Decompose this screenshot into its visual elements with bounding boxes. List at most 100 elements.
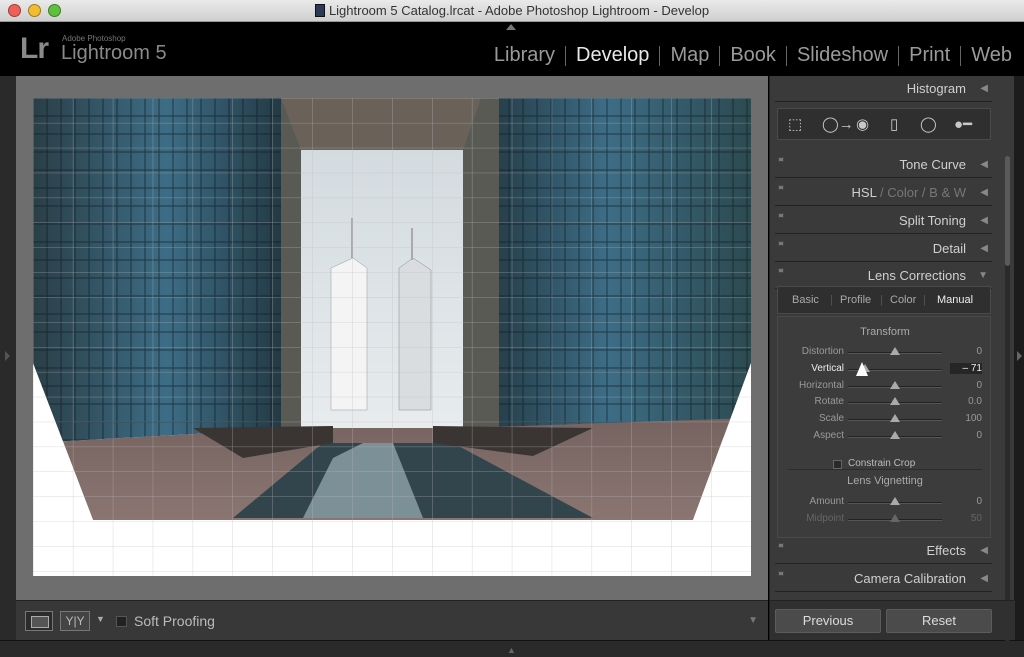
tab-manual[interactable]: Manual [937,294,973,306]
module-book[interactable]: Book [720,44,786,67]
slider-aspect[interactable]: Aspect 0 [778,428,992,444]
slider-value[interactable]: 0 [950,496,982,507]
slider-knob[interactable] [890,514,900,522]
slider-amount[interactable]: Amount 0 [778,494,992,510]
hsl-header[interactable]: HSL / Color / B & W ◀ [775,180,992,206]
left-panel-collapsed[interactable] [0,76,16,640]
adjustment-brush-icon[interactable]: ●━ [954,117,972,132]
slider-value[interactable]: 100 [950,413,982,424]
reset-button[interactable]: Reset [886,609,992,633]
tab-profile[interactable]: Profile [840,294,871,306]
slider-value[interactable]: 0 [950,430,982,441]
soft-proofing-label: Soft Proofing [134,613,215,629]
filmstrip-collapsed[interactable]: ▲ [0,640,1024,657]
constrain-crop-label: Constrain Crop [848,458,916,469]
slider-label: Horizontal [798,379,844,391]
panel-switch-icon[interactable] [778,571,784,576]
detail-header[interactable]: Detail ◀ [775,236,992,262]
collapse-arrow-icon: ◀ [980,215,988,226]
panel-switch-icon[interactable] [778,157,784,162]
slider-knob[interactable] [890,431,900,439]
module-web[interactable]: Web [961,44,1012,67]
tone-curve-header[interactable]: Tone Curve ◀ [775,152,992,178]
slider-scale[interactable]: Scale 100 [778,411,992,427]
tab-color[interactable]: Color [890,294,916,306]
effects-header[interactable]: Effects ◀ [775,538,992,564]
panel-switch-icon[interactable] [778,241,784,246]
constrain-crop-checkbox[interactable] [833,460,842,469]
slider-vertical[interactable]: Vertical – 71 [778,361,992,377]
module-map[interactable]: Map [660,44,719,67]
before-after-button[interactable]: Y|Y [60,611,90,631]
mouse-cursor-icon [856,362,868,376]
photo-canvas[interactable] [33,98,751,576]
panel-switch-icon[interactable] [778,268,784,273]
expand-arrow-icon: ▼ [978,270,988,281]
crop-tool-icon[interactable]: ⬚ [788,117,802,132]
slider-label: Rotate [814,396,844,408]
module-slideshow[interactable]: Slideshow [787,44,898,67]
toolbar-options-icon[interactable]: ▼ [748,615,758,626]
panel-scrollbar-thumb[interactable] [1005,156,1010,266]
panel-switch-icon[interactable] [778,543,784,548]
red-eye-icon[interactable]: ◉ [856,117,869,132]
radial-filter-icon[interactable]: ◯ [920,117,937,132]
develop-toolbar: Y|Y ▼ Soft Proofing ▼ [16,600,768,640]
slider-distortion[interactable]: Distortion 0 [778,344,992,360]
slider-value[interactable]: – 71 [950,362,982,374]
split-toning-header[interactable]: Split Toning ◀ [775,208,992,234]
panel-switch-icon[interactable] [778,185,784,190]
tab-basic[interactable]: Basic [792,294,819,306]
collapse-arrow-icon: ◀ [980,83,988,94]
color-tab[interactable]: Color [887,185,918,200]
hsl-tab[interactable]: HSL [852,185,877,200]
slider-label: Aspect [813,430,844,441]
group-divider [788,469,982,470]
window-title: Lightroom 5 Catalog.lrcat - Adobe Photos… [0,3,1024,18]
slider-value[interactable]: 0.0 [950,396,982,407]
slider-knob[interactable] [890,380,900,389]
histogram-header[interactable]: Histogram ◀ [775,76,992,102]
loupe-view-button[interactable] [25,611,53,631]
soft-proofing-checkbox[interactable] [116,616,127,627]
previous-button[interactable]: Previous [775,609,881,633]
expand-left-panel-icon[interactable] [5,351,10,361]
panel-bottom-buttons: Previous Reset [770,600,1015,640]
camera-calibration-header[interactable]: Camera Calibration ◀ [775,566,992,592]
slider-knob[interactable] [890,347,900,355]
right-panel-edge[interactable] [1014,76,1024,640]
slider-knob[interactable] [890,397,900,406]
graduated-filter-icon[interactable]: ▯ [890,117,898,132]
slider-midpoint[interactable]: Midpoint 50 [778,511,992,527]
slider-knob[interactable] [890,497,900,505]
slider-rotate[interactable]: Rotate 0.0 [778,394,992,410]
lens-corrections-tabs: Basic | Profile | Color | Manual [777,286,991,314]
module-print[interactable]: Print [899,44,960,67]
slider-value[interactable]: 0 [950,380,982,391]
slider-label: Distortion [801,346,844,357]
spot-removal-icon[interactable]: ◯→ [822,117,854,132]
collapse-right-panel-icon[interactable] [1017,351,1022,361]
slider-label: Scale [818,413,844,425]
slider-knob[interactable] [890,414,900,423]
panel-switch-icon[interactable] [778,213,784,218]
slider-label: Midpoint [806,513,844,524]
collapse-arrow-icon: ◀ [980,187,988,198]
lens-manual-controls: Transform Distortion 0 Vertical – 71 Horizon… [777,316,991,538]
before-after-dropdown-icon[interactable]: ▼ [96,614,105,624]
expand-filmstrip-icon[interactable]: ▲ [507,645,516,655]
slider-value[interactable]: 50 [950,513,982,524]
slider-value[interactable]: 0 [950,346,982,357]
slider-label: Vertical [811,362,844,374]
module-develop[interactable]: Develop [566,44,659,67]
collapse-top-panel-icon[interactable] [506,24,516,30]
panel-scrollbar[interactable] [1005,156,1010,657]
identity-plate: Lr Adobe Photoshop Lightroom 5 Library D… [0,22,1024,72]
bw-tab[interactable]: B & W [929,185,966,200]
right-panel: Histogram ◀ ⬚ ◯→ ◉ ▯ ◯ ●━ Tone Curve ◀ H… [769,76,1015,657]
module-library[interactable]: Library [484,44,565,67]
document-icon [314,4,325,17]
slider-horizontal[interactable]: Horizontal 0 [778,378,992,394]
collapse-arrow-icon: ◀ [980,159,988,170]
slider-label: Amount [809,496,844,507]
